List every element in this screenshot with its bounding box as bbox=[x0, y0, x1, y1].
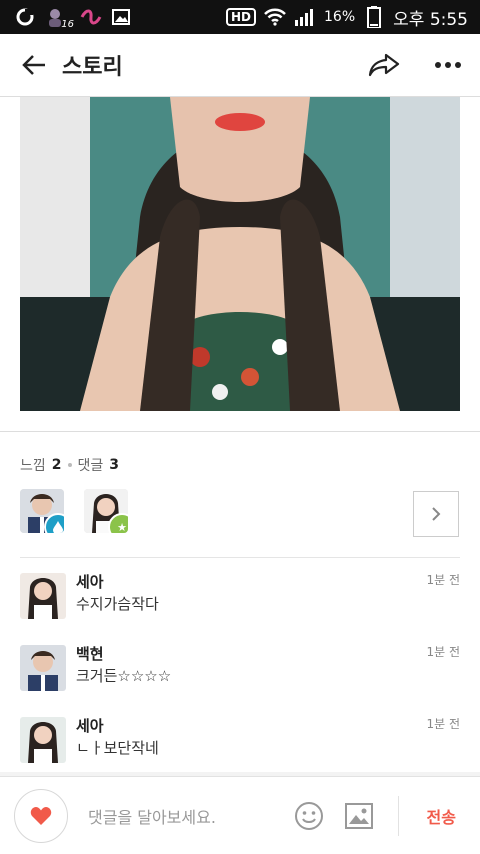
comment-text: 크거든☆☆☆☆ bbox=[76, 667, 172, 685]
comment-author[interactable]: 세아 bbox=[76, 571, 104, 592]
comment-text: 수지가슴작다 bbox=[76, 595, 159, 613]
comment-composer: 댓글을 달아보세요. 전송 bbox=[0, 776, 480, 854]
comment-item: 세아 수지가슴작다 1분 전 bbox=[20, 571, 460, 627]
chevron-right-icon bbox=[432, 507, 441, 521]
comment-author[interactable]: 세아 bbox=[76, 715, 104, 736]
avatar[interactable]: ★ bbox=[84, 489, 128, 533]
image-icon bbox=[344, 802, 373, 829]
story-photo[interactable] bbox=[20, 97, 460, 411]
share-button[interactable] bbox=[364, 45, 404, 85]
reactor-list: ★ bbox=[20, 489, 128, 533]
avatar[interactable] bbox=[20, 645, 66, 691]
comments-count: 3 bbox=[109, 457, 120, 473]
comment-text: ㄴㅏ보단작네 bbox=[76, 739, 159, 757]
app-header: 스토리 bbox=[0, 34, 480, 97]
app-o-icon bbox=[14, 6, 36, 28]
comment-item: 백현 크거든☆☆☆☆ 1분 전 bbox=[20, 643, 460, 699]
composer-divider bbox=[397, 795, 399, 836]
ribbon-icon bbox=[80, 6, 102, 28]
battery-percent: 16% bbox=[324, 9, 356, 25]
emoticon-button[interactable] bbox=[292, 799, 326, 833]
smiley-icon bbox=[294, 801, 323, 830]
story-content: 느낌 2 댓글 3 ★ 세아 수지가슴작다 1분 전 백현 크거든☆☆☆☆ 1분… bbox=[0, 97, 480, 772]
notification-badge: 16 bbox=[61, 19, 74, 30]
divider bbox=[20, 557, 460, 558]
send-button[interactable]: 전송 bbox=[427, 804, 456, 828]
avatar[interactable] bbox=[20, 489, 64, 533]
comments-label: 댓글 bbox=[77, 458, 104, 474]
share-icon bbox=[368, 53, 400, 77]
clock: 오후 5:55 bbox=[393, 9, 468, 30]
comment-time: 1분 전 bbox=[426, 645, 460, 659]
notification-avatar-icon: 16 bbox=[44, 6, 74, 30]
arrow-left-icon bbox=[22, 55, 45, 75]
status-bar: 16 HD 16% 오후 5:55 bbox=[0, 0, 480, 34]
separator-dot bbox=[67, 463, 72, 467]
comment-author[interactable]: 백현 bbox=[76, 643, 104, 664]
hd-indicator: HD bbox=[226, 8, 257, 26]
heart-icon bbox=[30, 806, 52, 825]
feelings-label: 느낌 bbox=[20, 458, 46, 474]
more-button[interactable] bbox=[428, 45, 468, 85]
section-divider bbox=[0, 431, 480, 432]
avatar[interactable] bbox=[20, 573, 66, 619]
more-dots-icon bbox=[435, 62, 461, 68]
gallery-icon bbox=[110, 6, 132, 28]
back-button[interactable] bbox=[16, 47, 52, 83]
feelings-count: 2 bbox=[51, 457, 62, 473]
comment-item: 세아 ㄴㅏ보단작네 1분 전 bbox=[20, 715, 460, 771]
comment-time: 1분 전 bbox=[426, 573, 460, 587]
attach-photo-button[interactable] bbox=[342, 799, 376, 833]
page-title: 스토리 bbox=[62, 55, 123, 80]
battery-icon bbox=[363, 6, 385, 28]
reactors-more-button[interactable] bbox=[413, 491, 459, 537]
post-stats: 느낌 2 댓글 3 bbox=[20, 455, 119, 475]
signal-icon bbox=[294, 6, 316, 28]
like-button[interactable] bbox=[14, 788, 68, 843]
avatar[interactable] bbox=[20, 717, 66, 763]
comment-time: 1분 전 bbox=[426, 717, 460, 731]
comment-input[interactable]: 댓글을 달아보세요. bbox=[88, 804, 216, 828]
wifi-icon bbox=[264, 6, 286, 28]
